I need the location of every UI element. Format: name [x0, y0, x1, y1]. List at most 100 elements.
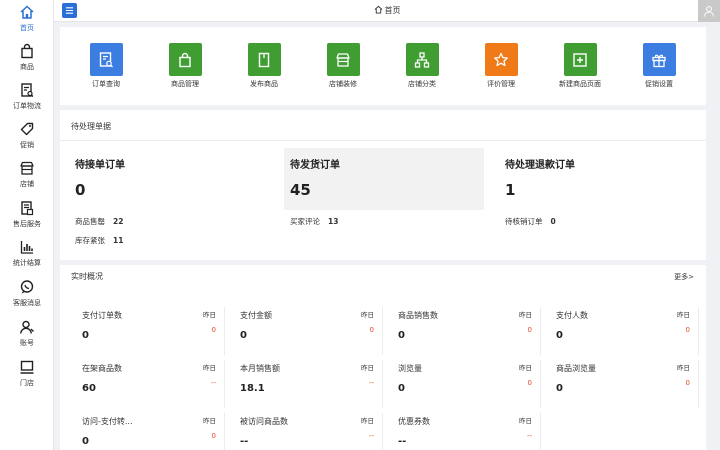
- stat-label: 浏览量: [398, 364, 422, 373]
- stat-yesterday-label: 昨日: [519, 417, 532, 425]
- stat-goods-views[interactable]: 商品浏览量 昨日 0 0: [551, 360, 699, 408]
- stat-value: 0: [82, 330, 89, 341]
- stat-paying-users[interactable]: 支付人数 昨日 0 0: [551, 307, 699, 355]
- sidebar-item-goods[interactable]: 商品: [0, 41, 54, 79]
- stat-value: 0: [82, 436, 89, 447]
- stat-value: 0: [398, 383, 405, 394]
- home-icon: [374, 5, 382, 14]
- pending-stat-low-stock[interactable]: 库存紧张 11: [75, 235, 123, 246]
- section-title: 待处理单据: [71, 122, 111, 131]
- stat-value: 0: [556, 330, 563, 341]
- sidebar-item-aftersale[interactable]: 售后服务: [0, 198, 54, 236]
- pending-stat-value: 22: [113, 217, 124, 226]
- sidebar-item-home[interactable]: 首页: [0, 2, 54, 40]
- stat-compare: 0: [211, 432, 216, 440]
- sidebar: 首页 商品 订单物流 促销 店铺 售后服务 统计结算 客服消息 账号 门店: [0, 0, 54, 450]
- quick-action-promotion-settings[interactable]: 促销设置: [629, 43, 689, 89]
- order-search-icon: [89, 43, 123, 76]
- stat-value: 0: [556, 383, 563, 394]
- stat-value: 0: [398, 330, 405, 341]
- pending-card-title: 待发货订单: [290, 160, 340, 171]
- bag-icon: [168, 43, 202, 76]
- sidebar-item-label: 首页: [20, 24, 34, 32]
- category-icon: [405, 43, 439, 76]
- stat-yesterday-label: 昨日: [203, 311, 216, 319]
- sidebar-item-label: 统计结算: [13, 259, 41, 267]
- chart-icon: [17, 237, 37, 257]
- sidebar-item-account[interactable]: 账号: [0, 317, 54, 355]
- publish-icon: [247, 43, 281, 76]
- stat-visit-pay-conversion[interactable]: 访问-支付转... 昨日 0 0: [77, 413, 225, 450]
- stat-label: 本月销售额: [240, 364, 280, 373]
- sidebar-item-label: 售后服务: [13, 220, 41, 228]
- star-icon: [484, 43, 518, 76]
- quick-action-label: 评价管理: [487, 80, 515, 88]
- stat-yesterday-label: 昨日: [519, 364, 532, 372]
- pending-card-value: 1: [505, 181, 516, 199]
- pending-card-refund[interactable]: 待处理退款订单 1: [499, 148, 699, 210]
- quick-action-goods-manage[interactable]: 商品管理: [155, 43, 215, 89]
- stat-page-views[interactable]: 浏览量 昨日 0 0: [393, 360, 541, 408]
- pending-stat-verify[interactable]: 待核销订单 0: [505, 216, 556, 227]
- stat-paid-orders[interactable]: 支付订单数 昨日 0 0: [77, 307, 225, 355]
- stat-compare: 0: [211, 326, 216, 334]
- pending-stat-value: 11: [113, 236, 124, 245]
- stat-goods-sold[interactable]: 商品销售数 昨日 0 0: [393, 307, 541, 355]
- pending-stat-sold-out[interactable]: 商品售罄 22: [75, 216, 123, 227]
- stat-paid-amount[interactable]: 支付金额 昨日 0 0: [235, 307, 383, 355]
- pending-stat-label: 买家评论: [290, 217, 320, 226]
- sidebar-item-shop[interactable]: 门店: [0, 357, 54, 395]
- stat-yesterday-label: 昨日: [677, 311, 690, 319]
- stat-label: 被访问商品数: [240, 417, 288, 426]
- user-avatar[interactable]: [698, 0, 720, 22]
- quick-action-new-goods-page[interactable]: 新建商品页面: [550, 43, 610, 89]
- sidebar-item-statistics[interactable]: 统计结算: [0, 237, 54, 275]
- sidebar-item-label: 客服消息: [13, 299, 41, 307]
- sidebar-item-store[interactable]: 店铺: [0, 158, 54, 196]
- more-link[interactable]: 更多>: [674, 272, 694, 282]
- bag-icon: [17, 41, 37, 61]
- sidebar-item-label: 店铺: [20, 180, 34, 188]
- stat-value: 60: [82, 383, 96, 394]
- stat-monthly-sales[interactable]: 本月销售额 昨日 -- 18.1: [235, 360, 383, 408]
- stat-compare: 0: [369, 326, 374, 334]
- page-title-text: 首页: [384, 6, 401, 15]
- stat-compare: 0: [685, 379, 690, 387]
- quick-action-order-search[interactable]: 订单查询: [76, 43, 136, 89]
- sidebar-item-messages[interactable]: 客服消息: [0, 277, 54, 315]
- pending-stat-value: 0: [550, 217, 556, 226]
- pending-card-value: 45: [290, 181, 311, 199]
- stat-visited-goods[interactable]: 被访问商品数 昨日 -- --: [235, 413, 383, 450]
- quick-action-label: 新建商品页面: [559, 80, 601, 88]
- pending-stat-reviews[interactable]: 买家评论 13: [290, 216, 338, 227]
- sidebar-item-orders[interactable]: 订单物流: [0, 80, 54, 118]
- aftersale-icon: [17, 198, 37, 218]
- sidebar-item-promotion[interactable]: 促销: [0, 119, 54, 157]
- store-icon: [326, 43, 360, 76]
- pending-stat-label: 商品售罄: [75, 217, 105, 226]
- stat-listed-goods[interactable]: 在架商品数 昨日 -- 60: [77, 360, 225, 408]
- section-title: 实时概况: [71, 272, 103, 281]
- stat-yesterday-label: 昨日: [361, 417, 374, 425]
- pending-card-title: 待接单订单: [75, 160, 125, 171]
- stat-label: 支付订单数: [82, 311, 122, 320]
- page-title: 首页: [54, 5, 720, 16]
- stat-compare: 0: [685, 326, 690, 334]
- pending-card-ship[interactable]: 待发货订单 45: [284, 148, 484, 210]
- stat-label: 支付人数: [556, 311, 588, 320]
- quick-action-publish-goods[interactable]: 发布商品: [234, 43, 294, 89]
- stat-value: --: [240, 436, 249, 447]
- tag-icon: [17, 119, 37, 139]
- quick-action-store-decor[interactable]: 店铺装修: [313, 43, 373, 89]
- stat-value: --: [398, 436, 407, 447]
- stat-coupons[interactable]: 优惠券数 昨日 -- --: [393, 413, 541, 450]
- quick-action-label: 店铺装修: [329, 80, 357, 88]
- pending-card-accept[interactable]: 待接单订单 0: [69, 148, 269, 210]
- sidebar-item-label: 商品: [20, 63, 34, 71]
- stat-compare: --: [210, 379, 216, 387]
- quick-action-store-category[interactable]: 店铺分类: [392, 43, 452, 89]
- stat-yesterday-label: 昨日: [361, 311, 374, 319]
- account-icon: [17, 317, 37, 337]
- pending-stat-label: 待核销订单: [505, 217, 543, 226]
- quick-action-review-manage[interactable]: 评价管理: [471, 43, 531, 89]
